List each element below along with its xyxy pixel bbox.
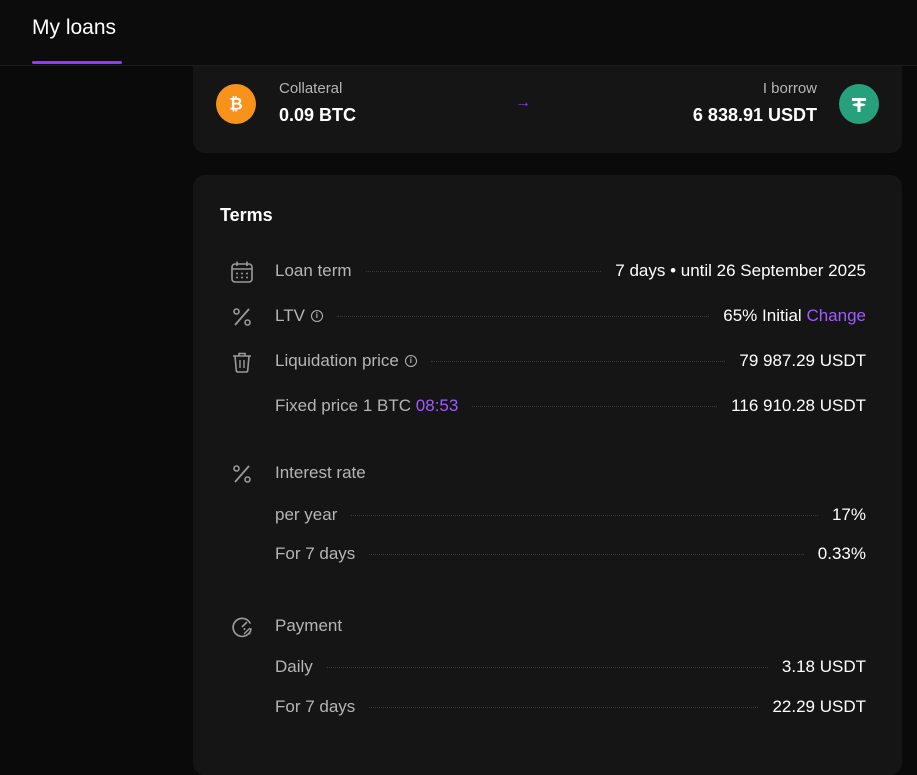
bitcoin-icon: ₿ <box>216 84 256 124</box>
interest-days-value: 0.33% <box>817 544 866 563</box>
collateral-label: Collateral <box>279 80 343 97</box>
info-icon[interactable]: i <box>404 355 417 367</box>
svg-text:₿: ₿ <box>229 95 242 114</box>
fixed-price-row: Fixed price 1 BTC 08:53 116 910.28 USDT <box>275 394 866 418</box>
loan-summary-card: ₿ Collateral 0.09 BTC → I borrow 6 838.9… <box>193 66 902 153</box>
terms-title: Terms <box>220 205 273 225</box>
liquidation-price-row: Liquidation price i 79 987.29 USDT <box>275 349 866 373</box>
payment-days-label: For 7 days <box>275 697 356 716</box>
payment-daily-row: Daily 3.18 USDT <box>275 655 866 679</box>
calendar-icon <box>231 261 253 283</box>
loan-term-row: Loan term 7 days • until 26 September 20… <box>275 259 866 283</box>
info-icon[interactable]: i <box>310 310 323 322</box>
price-timer: 08:53 <box>415 396 459 415</box>
trash-icon <box>233 352 251 373</box>
dotted-leader <box>472 405 718 407</box>
liquidation-price-value: 79 987.29 USDT <box>739 351 866 370</box>
dotted-leader <box>326 666 768 668</box>
arrow-right-icon: → <box>515 94 531 111</box>
fixed-price-label: Fixed price 1 BTC <box>275 396 412 415</box>
liquidation-price-label: Liquidation price <box>275 351 399 370</box>
borrow-label: I borrow <box>762 80 817 97</box>
interest-days-label: For 7 days <box>275 544 356 563</box>
dotted-leader <box>365 270 602 272</box>
ltv-label: LTV <box>275 306 305 325</box>
active-tab-indicator <box>32 61 122 64</box>
dotted-leader <box>336 315 710 317</box>
interest-7-days-row: For 7 days 0.33% <box>275 542 866 566</box>
payment-7-days-row: For 7 days 22.29 USDT <box>275 695 866 719</box>
per-year-value: 17% <box>831 505 866 524</box>
dotted-leader <box>430 360 726 362</box>
payment-days-value: 22.29 USDT <box>772 697 866 716</box>
loan-term-value: 7 days • until 26 September 2025 <box>615 261 866 280</box>
daily-label: Daily <box>275 657 313 676</box>
per-year-label: per year <box>275 505 338 524</box>
borrow-value: 6 838.91 USDT <box>692 105 817 125</box>
dotted-leader <box>369 553 804 555</box>
dotted-leader <box>351 514 818 516</box>
fixed-price-value: 116 910.28 USDT <box>731 396 866 415</box>
ltv-row: LTV i 65% Initial Change <box>275 304 866 328</box>
change-ltv-link[interactable]: Change <box>806 306 866 325</box>
tether-icon <box>839 84 879 124</box>
payment-title: Payment <box>275 616 343 635</box>
percent-icon <box>233 308 251 326</box>
percent-icon <box>233 465 251 483</box>
top-bar: My loans <box>0 0 917 66</box>
interest-rate-title: Interest rate <box>275 463 366 482</box>
payment-cycle-icon <box>232 617 252 638</box>
collateral-value: 0.09 BTC <box>279 105 357 125</box>
terms-card: Terms Loan term 7 days • until 26 Septem… <box>193 175 902 775</box>
dotted-leader <box>369 706 759 708</box>
loan-term-label: Loan term <box>275 261 352 280</box>
interest-per-year-row: per year 17% <box>275 503 866 527</box>
tab-my-loans[interactable]: My loans <box>32 16 116 40</box>
daily-value: 3.18 USDT <box>781 657 866 676</box>
ltv-value: 65% Initial <box>723 306 802 325</box>
